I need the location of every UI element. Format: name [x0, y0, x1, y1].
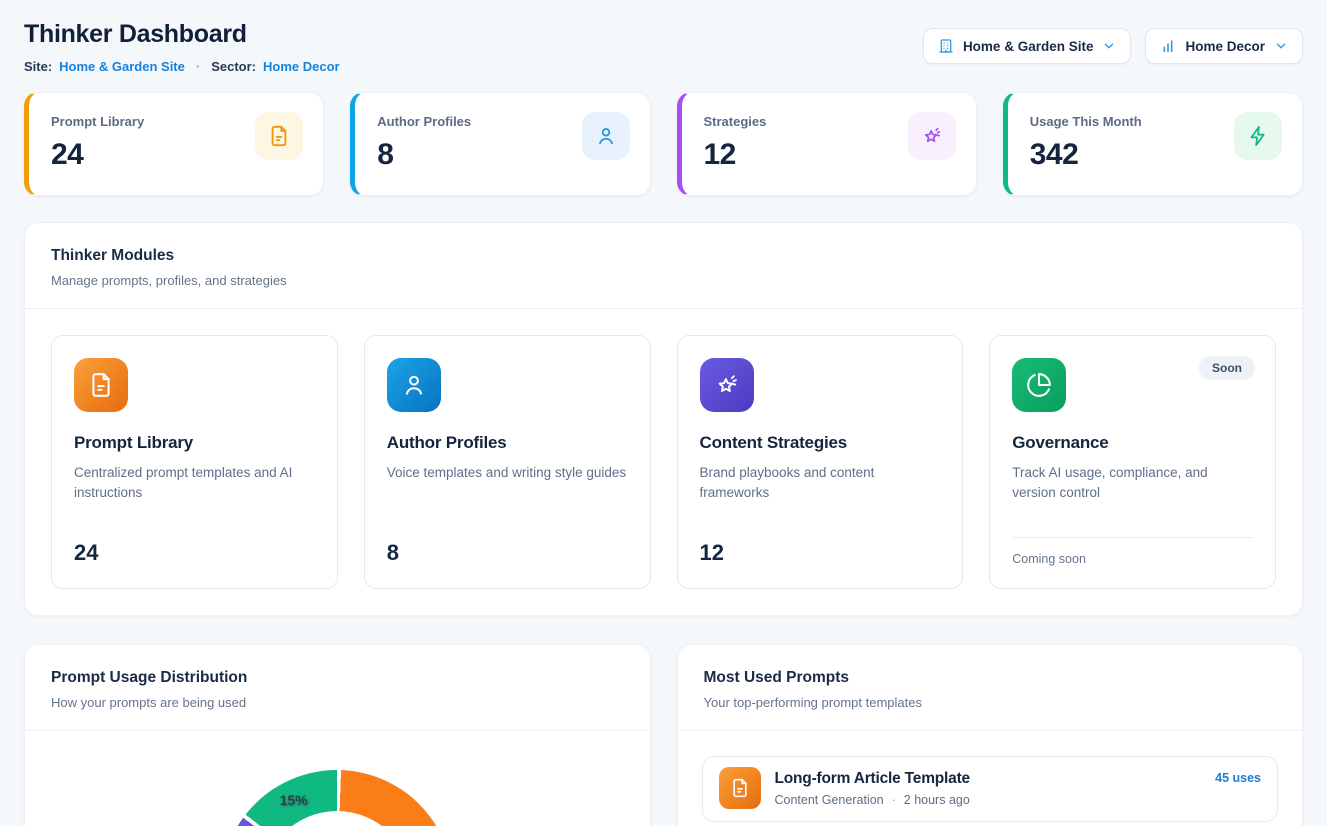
file-text-icon	[255, 112, 303, 160]
sector-selector-button[interactable]: Home Decor	[1145, 28, 1303, 64]
site-link[interactable]: Home & Garden Site	[59, 59, 185, 74]
user-icon	[387, 358, 441, 412]
sparkle-star-icon	[908, 112, 956, 160]
donut-chart[interactable]: 15%	[221, 770, 453, 826]
sector-label: Sector:	[211, 59, 256, 74]
module-card-author-profiles[interactable]: Author Profiles Voice templates and writ…	[364, 335, 651, 589]
stats-row: Prompt Library 24 Author Profiles 8 Stra…	[24, 92, 1303, 196]
thinker-modules-panel: Thinker Modules Manage prompts, profiles…	[24, 222, 1303, 616]
panel-subtitle: How your prompts are being used	[51, 695, 624, 710]
coming-soon-text: Coming soon	[1012, 552, 1253, 566]
module-title: Governance	[1012, 433, 1253, 453]
soon-badge: Soon	[1199, 356, 1255, 380]
prompt-item-text: Long-form Article Template Content Gener…	[775, 770, 970, 807]
stat-card-strategies: Strategies 12	[677, 92, 977, 196]
module-title: Prompt Library	[74, 433, 315, 453]
bar-chart-icon	[1160, 38, 1176, 54]
module-title: Content Strategies	[700, 433, 941, 453]
module-description: Track AI usage, compliance, and version …	[1012, 463, 1253, 504]
user-icon	[582, 112, 630, 160]
prompt-item-uses-badge: 45 uses	[1215, 771, 1261, 785]
modules-panel-header: Thinker Modules Manage prompts, profiles…	[25, 223, 1302, 308]
module-card-content-strategies[interactable]: Content Strategies Brand playbooks and c…	[677, 335, 964, 589]
module-title: Author Profiles	[387, 433, 628, 453]
site-label: Site:	[24, 59, 52, 74]
panel-title: Most Used Prompts	[704, 669, 1277, 687]
prompt-usage-panel: Prompt Usage Distribution How your promp…	[24, 644, 651, 826]
panel-subtitle: Your top-performing prompt templates	[704, 695, 1277, 710]
header-selectors: Home & Garden Site Home Decor	[923, 28, 1303, 64]
chart-area: 15%	[25, 731, 650, 826]
module-description: Centralized prompt templates and AI inst…	[74, 463, 315, 504]
stat-card-prompt-library: Prompt Library 24	[24, 92, 324, 196]
modules-grid: Prompt Library Centralized prompt templa…	[25, 309, 1302, 615]
module-card-governance[interactable]: Soon Governance Track AI usage, complian…	[989, 335, 1276, 589]
dashboard-page: Thinker Dashboard Site: Home & Garden Si…	[0, 0, 1327, 826]
stat-card-author-profiles: Author Profiles 8	[350, 92, 650, 196]
chevron-down-icon	[1102, 39, 1116, 53]
usage-panel-header: Prompt Usage Distribution How your promp…	[25, 645, 650, 730]
site-selector-label: Home & Garden Site	[963, 39, 1094, 54]
prompt-item-meta: Content Generation · 2 hours ago	[775, 793, 970, 807]
header: Thinker Dashboard Site: Home & Garden Si…	[24, 20, 1303, 74]
prompt-item-category: Content Generation	[775, 793, 884, 807]
prompt-item-title: Long-form Article Template	[775, 770, 970, 788]
divider	[1012, 537, 1253, 538]
file-text-icon	[719, 767, 761, 809]
sector-link[interactable]: Home Decor	[263, 59, 340, 74]
sparkle-star-icon	[700, 358, 754, 412]
page-title: Thinker Dashboard	[24, 20, 340, 49]
prompt-item-time: 2 hours ago	[904, 793, 970, 807]
module-card-prompt-library[interactable]: Prompt Library Centralized prompt templa…	[51, 335, 338, 589]
most-used-panel-header: Most Used Prompts Your top-performing pr…	[678, 645, 1303, 730]
sector-selector-label: Home Decor	[1185, 39, 1265, 54]
panel-title: Thinker Modules	[51, 247, 1276, 265]
site-selector-button[interactable]: Home & Garden Site	[923, 28, 1132, 64]
stat-card-usage: Usage This Month 342	[1003, 92, 1303, 196]
module-stat: 12	[700, 540, 941, 566]
prompt-list: Long-form Article Template Content Gener…	[678, 731, 1303, 826]
most-used-prompts-panel: Most Used Prompts Your top-performing pr…	[677, 644, 1304, 826]
building-icon	[938, 38, 954, 54]
chevron-down-icon	[1274, 39, 1288, 53]
module-description: Brand playbooks and content frameworks	[700, 463, 941, 504]
separator-dot: ·	[192, 59, 204, 74]
header-left: Thinker Dashboard Site: Home & Garden Si…	[24, 20, 340, 74]
zap-icon	[1234, 112, 1282, 160]
site-sector-line: Site: Home & Garden Site · Sector: Home …	[24, 59, 340, 74]
module-stat: 24	[74, 540, 315, 566]
separator-dot: ·	[892, 793, 896, 807]
module-stat: 8	[387, 540, 628, 566]
module-description: Voice templates and writing style guides	[387, 463, 628, 483]
bottom-row: Prompt Usage Distribution How your promp…	[24, 644, 1303, 826]
donut-slice-label: 15%	[280, 792, 308, 808]
panel-subtitle: Manage prompts, profiles, and strategies	[51, 273, 1276, 288]
prompt-list-item[interactable]: Long-form Article Template Content Gener…	[702, 756, 1279, 822]
pie-chart-icon	[1012, 358, 1066, 412]
panel-title: Prompt Usage Distribution	[51, 669, 624, 687]
file-text-icon	[74, 358, 128, 412]
